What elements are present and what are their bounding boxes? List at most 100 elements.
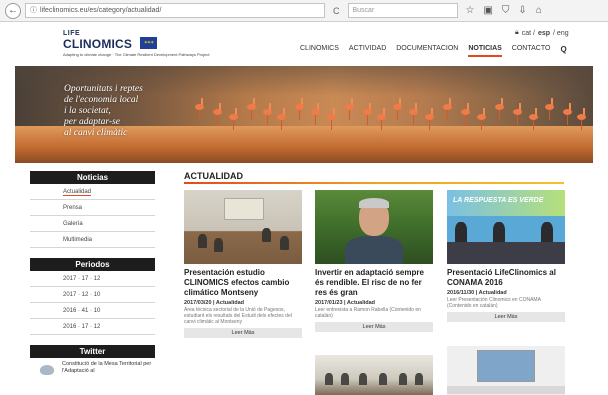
news-card-meta: 2016/11/30 | Actualidad <box>447 290 507 296</box>
period-label: 2017 · 17 · 12 <box>63 276 101 282</box>
person-figure <box>493 222 505 242</box>
person-figure <box>280 236 289 250</box>
hero-line: Oportunitats i reptes <box>64 84 143 94</box>
read-more-button[interactable]: Leer Más <box>315 322 433 332</box>
flamingo-figure <box>545 98 554 120</box>
read-more-button[interactable]: Leer Más <box>184 328 302 338</box>
sidebar-item-multimedia[interactable]: Multimedia <box>30 232 155 248</box>
flamingo-figure <box>563 103 572 125</box>
sidebar-item-label: Prensa <box>63 205 83 211</box>
person-figure <box>359 373 367 385</box>
news-card-image[interactable] <box>315 190 433 264</box>
flamingo-figure <box>213 103 222 125</box>
person-figure <box>262 228 271 242</box>
person-figure <box>379 373 387 385</box>
browser-search-input[interactable]: Buscar <box>347 3 458 18</box>
menu-item-clinomics[interactable]: CLINOMICS <box>300 45 339 57</box>
browser-toolbar: ← ⓘ lifeclinomics.eu/es/category/actuali… <box>0 0 608 22</box>
clipboard-icon[interactable]: ▣ <box>483 5 492 16</box>
menu-item-documentacion[interactable]: DOCUMENTACION <box>396 45 458 57</box>
address-bar[interactable]: ⓘ lifeclinomics.eu/es/category/actualida… <box>25 3 325 18</box>
tweet-item[interactable]: Constitució de la Mesa Territorial per l… <box>30 361 155 375</box>
news-card-image[interactable] <box>447 346 565 395</box>
title-underline <box>184 182 564 184</box>
person-figure <box>415 373 423 385</box>
eu-flag-icon: ✶✶✶ <box>140 37 157 49</box>
hero-line: al canvi climàtic <box>64 128 128 138</box>
periodos-heading: Periodos <box>30 258 155 271</box>
news-card-title[interactable]: Presentación estudio CLINOMICS efectos c… <box>184 268 302 298</box>
news-card-excerpt: Leer Presentación Clinomics en CONAMA (C… <box>447 297 541 309</box>
sidebar-item-prensa[interactable]: Prensa <box>30 200 155 216</box>
sidebar-item-label: Galería <box>63 221 83 227</box>
period-label: 2016 · 41 · 10 <box>63 308 101 314</box>
flamingo-figure <box>363 103 372 125</box>
news-card-image[interactable] <box>315 355 433 395</box>
period-item[interactable]: 2017 · 17 · 12 <box>30 271 155 287</box>
lock-icon: 🔒︎ <box>515 29 519 36</box>
toolbar-icons: ☆ ▣ ⛉ ⇩ ⌂ <box>466 5 542 16</box>
star-icon[interactable]: ☆ <box>466 5 475 16</box>
sidebar: Noticias Actualidad Prensa Galería Multi… <box>30 171 155 375</box>
flamingo-figure <box>345 98 354 120</box>
news-card-meta: 2017/01/23 | Actualidad <box>315 300 376 306</box>
section-title: ACTUALIDAD <box>184 171 243 181</box>
lang-esp[interactable]: esp <box>538 30 550 37</box>
search-icon[interactable]: Q <box>560 45 566 57</box>
news-card-excerpt: Leer entrevista a Ramon Rabella (Conteni… <box>315 307 421 319</box>
back-button[interactable]: ← <box>5 2 21 19</box>
event-banner-text: LA RESPUESTA ES VERDE <box>453 197 544 204</box>
period-label: 2016 · 17 · 12 <box>63 324 101 330</box>
flamingo-figure <box>393 98 402 120</box>
sidebar-item-galeria[interactable]: Galería <box>30 216 155 232</box>
person-figure <box>341 373 349 385</box>
flamingo-figure <box>229 108 238 130</box>
portrait-hair <box>359 198 389 208</box>
presentation-screen <box>477 350 535 382</box>
flamingo-figure <box>195 98 204 120</box>
lang-cat[interactable]: cat / <box>522 30 535 37</box>
site-header: LIFE CLINOMICS Adapting to climate chang… <box>0 22 608 66</box>
flamingo-figure <box>295 98 304 120</box>
lang-eng[interactable]: / eng <box>553 30 569 37</box>
news-card-excerpt: Área técnica sectorial de la Unió de Pag… <box>184 307 292 325</box>
news-card: Presentación estudio CLINOMICS efectos c… <box>184 190 302 338</box>
news-card-title[interactable]: Presentació LifeClinomics al CONAMA 2016 <box>447 268 565 288</box>
news-card-meta: 2017/03/20 | Actualidad <box>184 300 245 306</box>
flamingo-figure <box>443 98 452 120</box>
menu-item-actividad[interactable]: ACTIVIDAD <box>349 45 386 57</box>
menu-item-noticias[interactable]: NOTICIAS <box>468 45 502 57</box>
logo-subtitle: Adapting to climate change · The Climate… <box>63 52 210 57</box>
site-logo[interactable]: LIFE CLINOMICS Adapting to climate chang… <box>63 30 209 60</box>
reload-icon[interactable]: C <box>333 6 340 16</box>
home-icon[interactable]: ⌂ <box>536 5 542 16</box>
hero-banner: Oportunitats i reptes de l'economia loca… <box>15 66 593 163</box>
flamingo-figure <box>495 98 504 120</box>
sidebar-item-label: Multimedia <box>63 237 93 243</box>
read-more-button[interactable]: Leer Más <box>447 312 565 322</box>
news-card-image[interactable]: LA RESPUESTA ES VERDE <box>447 190 565 264</box>
person-figure <box>455 222 467 242</box>
flamingo-figure <box>477 108 486 130</box>
person-figure <box>399 373 407 385</box>
flamingo-figure <box>327 108 336 130</box>
news-card <box>315 355 433 395</box>
flamingo-figure <box>461 103 470 125</box>
menu-item-contacto[interactable]: CONTACTO <box>512 45 551 57</box>
person-figure <box>214 238 223 252</box>
flamingo-figure <box>529 108 538 130</box>
shield-icon[interactable]: ⛉ <box>502 5 510 16</box>
period-item[interactable]: 2016 · 17 · 12 <box>30 319 155 335</box>
flamingo-figure <box>409 103 418 125</box>
news-card-title[interactable]: Invertir en adaptació sempre és rendible… <box>315 268 433 298</box>
flamingo-figure <box>577 108 586 130</box>
news-card-image[interactable] <box>184 190 302 264</box>
hero-line: de l'economia local <box>64 95 139 105</box>
download-icon[interactable]: ⇩ <box>518 5 526 16</box>
sidebar-item-actualidad[interactable]: Actualidad <box>30 184 155 200</box>
period-item[interactable]: 2017 · 12 · 10 <box>30 287 155 303</box>
stage-bar <box>447 386 565 394</box>
flamingo-figure <box>377 108 386 130</box>
period-item[interactable]: 2016 · 41 · 10 <box>30 303 155 319</box>
news-card <box>447 346 565 395</box>
